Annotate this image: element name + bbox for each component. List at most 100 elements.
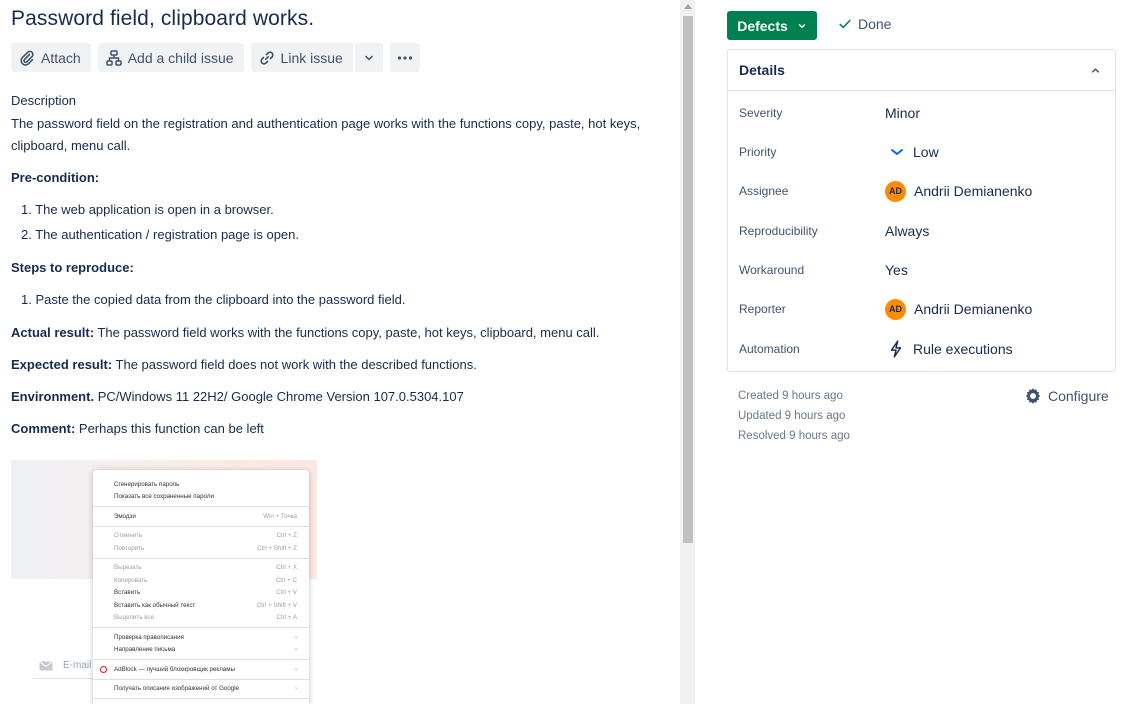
details-header[interactable]: Details bbox=[728, 50, 1115, 91]
menu-separator bbox=[93, 506, 309, 507]
context-menu-label: Проверка правописания bbox=[114, 633, 184, 641]
field-workaround[interactable]: Workaround Yes bbox=[739, 259, 1109, 281]
context-menu-label: Эмодзи bbox=[114, 512, 136, 520]
menu-separator bbox=[93, 678, 309, 680]
menu-separator bbox=[93, 659, 309, 660]
context-menu-shortcut: › bbox=[294, 646, 297, 654]
context-menu-shortcut: Ctrl + Z bbox=[276, 532, 297, 540]
context-menu-item: Вырезать Ctrl + X bbox=[93, 562, 309, 575]
field-label: Severity bbox=[739, 106, 783, 120]
field-priority[interactable]: Priority Low bbox=[739, 141, 1109, 163]
field-reporter[interactable]: Reporter AD Andrii Demianenko bbox=[739, 298, 1109, 320]
context-menu-item: Выделить все Ctrl + A bbox=[93, 612, 309, 625]
updated-time: Updated 9 hours ago bbox=[738, 410, 846, 422]
issue-meta: Created 9 hours ago Updated 9 hours ago … bbox=[738, 386, 850, 446]
field-value: Minor bbox=[885, 105, 921, 121]
status-transition-button[interactable]: Defects bbox=[727, 11, 817, 40]
context-menu-label: Копировать bbox=[114, 576, 148, 584]
context-menu-label: Получать описания изображений от Google bbox=[114, 685, 240, 693]
attach-button[interactable]: Attach bbox=[11, 43, 91, 72]
mail-icon bbox=[39, 661, 53, 670]
scroll-up-arrow-icon[interactable] bbox=[684, 4, 692, 9]
scrollbar-thumb[interactable] bbox=[683, 16, 693, 543]
context-menu-shortcut: Ctrl + A bbox=[276, 614, 297, 622]
field-value: Yes bbox=[885, 262, 908, 278]
context-menu-item: Повторить Ctrl + Shift + Z bbox=[93, 542, 309, 555]
context-menu-shortcut: › bbox=[294, 665, 297, 673]
menu-separator bbox=[93, 627, 309, 628]
details-heading: Details bbox=[739, 62, 785, 78]
precondition-heading: Pre-condition: bbox=[11, 170, 100, 185]
attachment-screenshot[interactable]: E-mail Сгенерировать пароль Показать все … bbox=[11, 460, 317, 704]
issue-description[interactable]: Description The password field on the re… bbox=[11, 90, 651, 440]
context-menu-item: Отменить Ctrl + Z bbox=[93, 530, 309, 543]
chevron-up-icon[interactable] bbox=[1090, 65, 1101, 76]
configure-label: Configure bbox=[1048, 388, 1109, 404]
gear-icon bbox=[1025, 388, 1041, 404]
context-menu-label: Показать все сохраненные пароли bbox=[114, 493, 214, 501]
list-item: 2. The authentication / registration pag… bbox=[21, 227, 300, 242]
context-menu-item: Проверка правописания › bbox=[93, 631, 309, 644]
context-menu-label: Отменить bbox=[114, 532, 143, 540]
more-icon bbox=[397, 55, 412, 60]
hierarchy-icon bbox=[105, 49, 122, 66]
steps-heading: Steps to reproduce: bbox=[11, 260, 134, 275]
email-field-preview: E-mail bbox=[39, 660, 91, 671]
menu-separator bbox=[93, 557, 309, 559]
menu-separator bbox=[93, 698, 309, 699]
field-label: Reproducibility bbox=[739, 224, 818, 238]
menu-separator bbox=[93, 525, 309, 527]
context-menu-item: Получать описания изображений от Google › bbox=[93, 683, 309, 696]
issue-toolbar: Attach Add a child issue Link issue bbox=[11, 43, 420, 72]
opera-icon bbox=[100, 665, 107, 673]
context-menu-shortcut: Ctrl + V bbox=[276, 589, 297, 597]
add-child-issue-label: Add a child issue bbox=[127, 49, 234, 66]
field-severity[interactable]: Severity Minor bbox=[739, 102, 1109, 124]
resolution-label: Done bbox=[858, 16, 892, 32]
more-actions-button[interactable] bbox=[389, 43, 420, 72]
context-menu-shortcut: Ctrl + Shift + V bbox=[256, 601, 297, 609]
lightning-bolt-icon bbox=[890, 340, 902, 358]
priority-low-icon bbox=[891, 149, 903, 155]
link-icon bbox=[259, 50, 274, 65]
link-issue-button[interactable]: Link issue bbox=[250, 43, 353, 72]
context-menu-label: Вставить как обычный текст bbox=[114, 601, 196, 609]
chevron-down-icon bbox=[365, 55, 373, 60]
steps-list: 1. Paste the copied data from the clipbo… bbox=[21, 287, 651, 312]
chevron-down-icon bbox=[798, 23, 805, 28]
context-menu-label: Выделить все bbox=[114, 614, 155, 622]
context-menu-item: Показать все сохраненные пароли bbox=[93, 491, 309, 504]
configure-button[interactable]: Configure bbox=[1024, 387, 1109, 405]
context-menu-label: Повторить bbox=[114, 544, 145, 552]
context-menu-item: AdBlock — лучший блокировщик рекламы › bbox=[93, 663, 309, 676]
context-menu-label: Сгенерировать пароль bbox=[114, 480, 180, 488]
field-value: Andrii Demianenko bbox=[914, 183, 1033, 199]
context-menu: Сгенерировать пароль Показать все сохране… bbox=[93, 470, 309, 704]
status-label: Defects bbox=[737, 17, 788, 34]
field-value: Always bbox=[885, 223, 930, 239]
context-menu-shortcut: › bbox=[294, 633, 297, 641]
context-menu-shortcut: Win + Точка bbox=[263, 512, 297, 520]
context-menu-item: Вставить Ctrl + V bbox=[93, 587, 309, 600]
context-menu-shortcut: Ctrl + Shift + Z bbox=[257, 544, 297, 552]
add-child-issue-button[interactable]: Add a child issue bbox=[97, 43, 244, 72]
environment: Environment. PC/Windows 11 22H2/ Google … bbox=[11, 389, 464, 404]
context-menu-shortcut: Ctrl + C bbox=[275, 576, 297, 584]
field-label: Workaround bbox=[739, 263, 805, 277]
context-menu-shortcut: Ctrl + X bbox=[276, 564, 297, 572]
precondition-list: 1. The web application is open in a brow… bbox=[21, 197, 651, 247]
field-reproducibility[interactable]: Reproducibility Always bbox=[739, 220, 1109, 242]
field-value: Andrii Demianenko bbox=[914, 301, 1033, 317]
avatar: AD bbox=[885, 298, 906, 320]
context-menu-label: Направление письма bbox=[114, 646, 176, 654]
field-automation[interactable]: Automation Rule executions bbox=[739, 338, 1109, 360]
link-issue-dropdown[interactable] bbox=[354, 43, 383, 72]
created-time: Created 9 hours ago bbox=[738, 390, 843, 402]
checkmark-icon bbox=[839, 19, 851, 29]
context-menu-item: Копировать Ctrl + C bbox=[93, 574, 309, 587]
actual-result: Actual result: The password field works … bbox=[11, 325, 600, 340]
issue-title[interactable]: Password field, clipboard works. bbox=[11, 7, 314, 31]
field-label: Assignee bbox=[739, 184, 789, 198]
field-assignee[interactable]: Assignee AD Andrii Demianenko bbox=[739, 180, 1109, 202]
field-value: Rule executions bbox=[913, 341, 1013, 357]
